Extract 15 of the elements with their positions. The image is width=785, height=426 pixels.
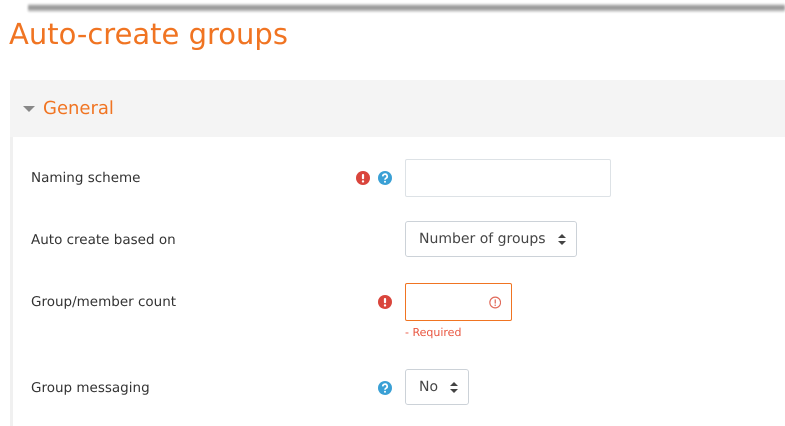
up-down-icon	[558, 234, 566, 244]
field-label: Auto create based on	[30, 231, 177, 250]
select-dropdown[interactable]: Number of groups	[405, 221, 577, 257]
text-field[interactable]	[405, 283, 512, 321]
help-icon[interactable]	[378, 171, 392, 185]
up-down-icon	[450, 382, 458, 392]
field-label: Group/member count	[30, 293, 178, 312]
page-title: Auto-create groups	[9, 16, 288, 53]
select-dropdown[interactable]: No	[405, 369, 470, 405]
error-message: - Required	[405, 326, 462, 339]
section-title: General	[43, 98, 114, 119]
error-icon	[488, 294, 501, 310]
help-icon[interactable]	[378, 381, 392, 395]
field-label: Naming scheme	[30, 169, 142, 188]
field-label: Group messaging	[30, 379, 151, 398]
